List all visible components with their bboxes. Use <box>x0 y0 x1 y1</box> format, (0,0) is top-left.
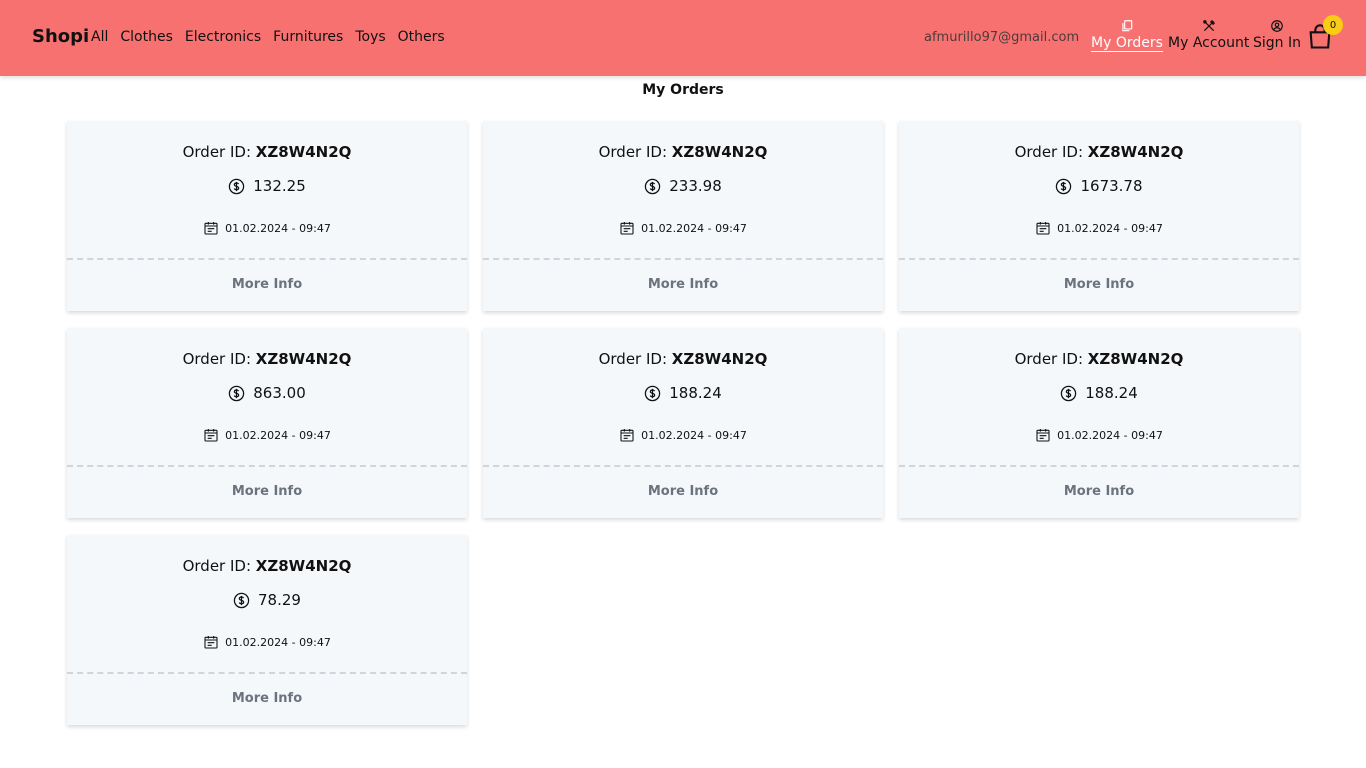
calendar-icon <box>620 222 634 235</box>
nav-sign-in-label: Sign In <box>1253 35 1301 51</box>
calendar-icon <box>1036 429 1050 442</box>
order-price-value: 863.00 <box>253 384 306 402</box>
order-price-value: 132.25 <box>253 177 306 195</box>
nav-my-account[interactable]: My Account <box>1168 19 1249 51</box>
order-id-value: XZ8W4N2Q <box>671 350 768 368</box>
order-price: 1673.78 <box>899 177 1299 195</box>
dollar-circle-icon <box>645 178 661 194</box>
order-price: 78.29 <box>67 591 467 609</box>
order-date: 01.02.2024 - 09:47 <box>483 220 883 236</box>
order-id: Order ID: XZ8W4N2Q <box>182 143 352 161</box>
order-id-value: XZ8W4N2Q <box>1087 143 1184 161</box>
dollar-circle-icon <box>229 385 245 401</box>
order-id: Order ID: XZ8W4N2Q <box>598 143 768 161</box>
dollar-circle-icon <box>233 592 250 608</box>
nav-link-clothes[interactable]: Clothes <box>120 29 173 45</box>
order-price: 863.00 <box>67 384 467 402</box>
order-date: 01.02.2024 - 09:47 <box>483 427 883 443</box>
order-card: Order ID: XZ8W4N2Q 863.00 01.02.2024 - 0… <box>67 328 467 518</box>
dollar-circle-icon <box>229 178 245 194</box>
order-date-value: 01.02.2024 - 09:47 <box>1057 428 1163 442</box>
order-id-value: XZ8W4N2Q <box>255 557 352 575</box>
navbar: Shopi All Clothes Electronics Furnitures… <box>0 0 1366 76</box>
order-date-value: 01.02.2024 - 09:47 <box>225 635 331 649</box>
clipboard-icon <box>1091 19 1163 35</box>
nav-my-account-label: My Account <box>1168 35 1250 51</box>
order-price-value: 233.98 <box>669 177 722 195</box>
order-date: 01.02.2024 - 09:47 <box>899 220 1299 236</box>
order-card: Order ID: XZ8W4N2Q 1673.78 01.02.2024 - … <box>899 121 1299 311</box>
nav-link-others[interactable]: Others <box>398 29 445 45</box>
order-id: Order ID: XZ8W4N2Q <box>598 350 768 368</box>
card-divider <box>67 465 467 467</box>
dollar-circle-icon <box>1056 178 1072 194</box>
order-date: 01.02.2024 - 09:47 <box>899 427 1299 443</box>
order-price: 132.25 <box>67 177 467 195</box>
page-title: My Orders <box>642 82 724 98</box>
more-info-button[interactable]: More Info <box>483 277 883 292</box>
more-info-button[interactable]: More Info <box>899 277 1299 292</box>
order-date-value: 01.02.2024 - 09:47 <box>225 428 331 442</box>
order-card: Order ID: XZ8W4N2Q 233.98 01.02.2024 - 0… <box>483 121 883 311</box>
nav-sign-in[interactable]: Sign In <box>1253 19 1301 51</box>
order-id: Order ID: XZ8W4N2Q <box>1014 350 1184 368</box>
calendar-icon <box>204 636 218 649</box>
calendar-icon <box>204 222 218 235</box>
order-card: Order ID: XZ8W4N2Q 78.29 01.02.2024 - 09… <box>67 535 467 725</box>
user-email: afmurillo97@gmail.com <box>924 30 1080 45</box>
order-id: Order ID: XZ8W4N2Q <box>182 350 352 368</box>
order-date-value: 01.02.2024 - 09:47 <box>225 221 331 235</box>
order-card: Order ID: XZ8W4N2Q 188.24 01.02.2024 - 0… <box>899 328 1299 518</box>
order-date-value: 01.02.2024 - 09:47 <box>641 221 747 235</box>
order-date: 01.02.2024 - 09:47 <box>67 427 467 443</box>
more-info-button[interactable]: More Info <box>67 277 467 292</box>
order-price: 188.24 <box>899 384 1299 402</box>
nav-my-orders-label: My Orders <box>1091 35 1163 52</box>
calendar-icon <box>1036 222 1050 235</box>
order-price: 188.24 <box>483 384 883 402</box>
order-price: 233.98 <box>483 177 883 195</box>
nav-link-furnitures[interactable]: Furnitures <box>273 29 343 45</box>
nav-link-electronics[interactable]: Electronics <box>185 29 261 45</box>
nav-my-orders[interactable]: My Orders <box>1091 19 1163 52</box>
user-circle-icon <box>1253 19 1301 35</box>
card-divider <box>899 258 1299 260</box>
more-info-button[interactable]: More Info <box>483 484 883 499</box>
more-info-button[interactable]: More Info <box>899 484 1299 499</box>
more-info-button[interactable]: More Info <box>67 691 467 706</box>
calendar-icon <box>620 429 634 442</box>
order-id-value: XZ8W4N2Q <box>671 143 768 161</box>
card-divider <box>899 465 1299 467</box>
nav-link-all[interactable]: All <box>91 29 108 45</box>
order-price-value: 188.24 <box>1085 384 1138 402</box>
nav-link-toys[interactable]: Toys <box>355 29 385 45</box>
dollar-circle-icon <box>1061 385 1077 401</box>
order-id: Order ID: XZ8W4N2Q <box>182 557 352 575</box>
cart-count-badge: 0 <box>1323 15 1343 35</box>
order-card: Order ID: XZ8W4N2Q 188.24 01.02.2024 - 0… <box>483 328 883 518</box>
dollar-circle-icon <box>645 385 661 401</box>
card-divider <box>483 465 883 467</box>
order-price-value: 78.29 <box>258 591 301 609</box>
order-id-value: XZ8W4N2Q <box>255 350 352 368</box>
order-date-value: 01.02.2024 - 09:47 <box>1057 221 1163 235</box>
card-divider <box>67 672 467 674</box>
tools-icon <box>1168 19 1249 35</box>
orders-grid: Order ID: XZ8W4N2Q 132.25 01.02.2024 - 0… <box>67 121 1299 725</box>
order-price-value: 188.24 <box>669 384 722 402</box>
order-card: Order ID: XZ8W4N2Q 132.25 01.02.2024 - 0… <box>67 121 467 311</box>
order-price-value: 1673.78 <box>1080 177 1143 195</box>
brand-logo[interactable]: Shopi <box>32 26 89 47</box>
order-id-value: XZ8W4N2Q <box>1087 350 1184 368</box>
order-date: 01.02.2024 - 09:47 <box>67 634 467 650</box>
card-divider <box>67 258 467 260</box>
order-id: Order ID: XZ8W4N2Q <box>1014 143 1184 161</box>
card-divider <box>483 258 883 260</box>
category-nav: All Clothes Electronics Furnitures Toys … <box>91 29 445 45</box>
order-id-value: XZ8W4N2Q <box>255 143 352 161</box>
calendar-icon <box>204 429 218 442</box>
more-info-button[interactable]: More Info <box>67 484 467 499</box>
order-date-value: 01.02.2024 - 09:47 <box>641 428 747 442</box>
order-date: 01.02.2024 - 09:47 <box>67 220 467 236</box>
